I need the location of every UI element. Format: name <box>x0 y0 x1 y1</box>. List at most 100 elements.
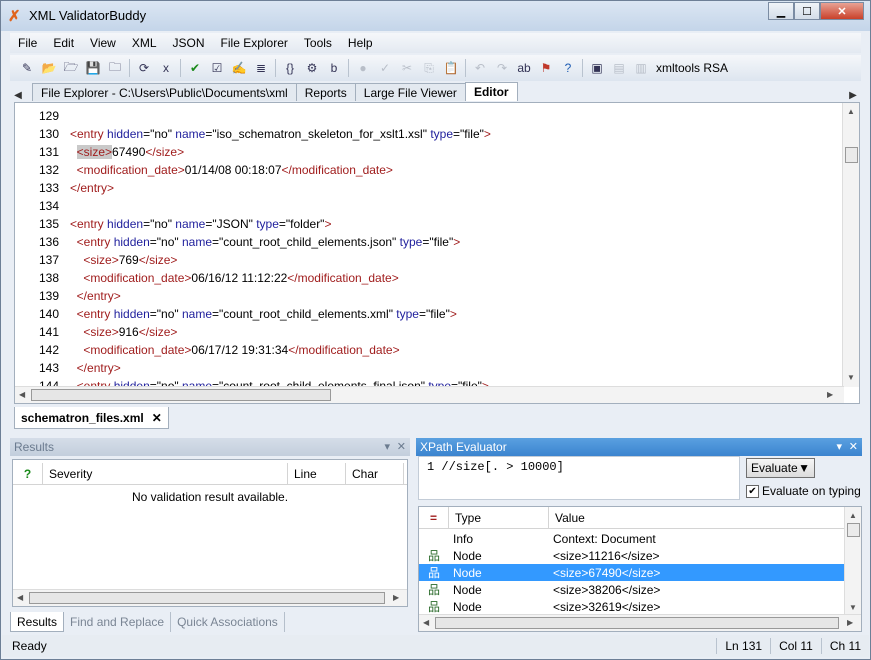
code-lines[interactable]: 129 130 <entry hidden="no" name="iso_schem… <box>15 107 837 395</box>
tab-file-explorer[interactable]: File Explorer - C:\Users\Public\Document… <box>32 83 297 101</box>
save-icon[interactable]: 💾 <box>83 58 103 78</box>
xpath-col-icon[interactable]: = <box>419 507 449 528</box>
tab-find-replace[interactable]: Find and Replace <box>64 612 172 632</box>
scroll-right-icon[interactable]: ▶ <box>847 618 853 627</box>
menu-xml[interactable]: XML <box>124 36 165 50</box>
close-tab-icon[interactable]: ✕ <box>152 411 162 425</box>
code-line[interactable]: 143 </entry> <box>15 359 837 377</box>
save-all-icon[interactable]: 🗀 <box>105 58 125 78</box>
menu-file-explorer[interactable]: File Explorer <box>213 36 296 50</box>
xmltools-label[interactable]: xmltools RSA <box>656 61 728 75</box>
tab-results[interactable]: Results <box>10 612 65 632</box>
tab-quick-associations[interactable]: Quick Associations <box>171 612 285 632</box>
results-list[interactable]: ? Severity Line Char No validation resul… <box>12 459 408 607</box>
validate-icon[interactable]: ✔ <box>185 58 205 78</box>
code-line[interactable]: 130 <entry hidden="no" name="iso_schematr… <box>15 125 837 143</box>
bookmark-icon[interactable]: ⚑ <box>536 58 556 78</box>
line-content[interactable]: <modification_date>06/16/12 11:12:22</mo… <box>70 269 398 287</box>
code-line[interactable]: 141 <size>916</size> <box>15 323 837 341</box>
tab-editor[interactable]: Editor <box>464 82 518 101</box>
scroll-left-icon[interactable]: ◀ <box>19 390 25 399</box>
results-col-severity[interactable]: Severity <box>43 463 288 484</box>
scroll-down-icon[interactable]: ▼ <box>847 373 855 382</box>
code-line[interactable]: 131 <size>67490</size> <box>15 143 837 161</box>
editor-horizontal-scrollbar[interactable]: ◀ ▶ <box>15 386 844 403</box>
new-file-icon[interactable]: ✎ <box>17 58 37 78</box>
results-col-char[interactable]: Char <box>346 463 404 484</box>
xpath-result-row[interactable]: 品 Node <size>32619</size> <box>419 598 846 615</box>
line-content[interactable]: <entry hidden="no" name="iso_schematron_… <box>70 125 491 143</box>
maximize-button[interactable]: ☐ <box>794 2 820 20</box>
tab-reports[interactable]: Reports <box>295 83 356 101</box>
xpath-result-row[interactable]: 品 Node <size>11216</size> <box>419 547 846 564</box>
line-content[interactable]: <modification_date>06/17/12 19:31:34</mo… <box>70 341 399 359</box>
edit-icon[interactable]: ✍ <box>229 58 249 78</box>
line-content[interactable]: <modification_date>01/14/08 00:18:07</mo… <box>70 161 393 179</box>
line-content[interactable]: <entry hidden="no" name="JSON" type="fol… <box>70 215 331 233</box>
tab-scroll-right-icon[interactable]: ▶ <box>845 90 861 101</box>
check-icon[interactable]: ☑ <box>207 58 227 78</box>
menu-json[interactable]: JSON <box>165 36 213 50</box>
scroll-right-icon[interactable]: ▶ <box>393 593 399 602</box>
xpath-horizontal-thumb[interactable] <box>435 617 839 629</box>
xpath-expression-input[interactable]: 1 //size[. > 10000] <box>418 456 740 500</box>
scroll-up-icon[interactable]: ▲ <box>847 107 855 116</box>
results-col-icon[interactable]: ? <box>13 463 43 484</box>
scroll-down-icon[interactable]: ▼ <box>849 603 857 612</box>
editor-vertical-thumb[interactable] <box>845 147 858 163</box>
xpath-result-row[interactable]: 品 Node <size>38206</size> <box>419 581 846 598</box>
code-line[interactable]: 142 <modification_date>06/17/12 19:31:34… <box>15 341 837 359</box>
code-editor[interactable]: 129 130 <entry hidden="no" name="iso_schem… <box>14 102 860 404</box>
code-line[interactable]: 137 <size>769</size> <box>15 251 837 269</box>
xpath-vertical-thumb[interactable] <box>847 523 860 537</box>
open-icon[interactable]: 📂 <box>39 58 59 78</box>
results-horizontal-scrollbar[interactable]: ◀ ▶ <box>13 589 407 606</box>
editor-horizontal-thumb[interactable] <box>31 389 331 401</box>
menu-tools[interactable]: Tools <box>296 36 340 50</box>
xsl-icon[interactable]: x <box>156 58 176 78</box>
settings-icon[interactable]: ⚙ <box>302 58 322 78</box>
code-line[interactable]: 138 <modification_date>06/16/12 11:12:22… <box>15 269 837 287</box>
scroll-right-icon[interactable]: ▶ <box>827 390 833 399</box>
open-folder-icon[interactable]: 🗁 <box>61 58 81 78</box>
xpath-result-row[interactable]: 品 Node <size>67490</size> <box>419 564 846 581</box>
scroll-left-icon[interactable]: ◀ <box>423 618 429 627</box>
tab-scroll-left-icon[interactable]: ◀ <box>10 90 26 101</box>
refresh-icon[interactable]: ⟳ <box>134 58 154 78</box>
line-content[interactable]: </entry> <box>70 179 114 197</box>
xpath-col-type[interactable]: Type <box>449 507 549 528</box>
scroll-up-icon[interactable]: ▲ <box>849 511 857 520</box>
checkbox-icon[interactable]: ✔ <box>746 484 759 498</box>
line-content[interactable]: </entry> <box>70 287 121 305</box>
panel-close-icon[interactable]: ✕ <box>397 440 406 453</box>
xpath-vertical-scrollbar[interactable]: ▲ ▼ <box>844 507 861 616</box>
xpath-expression[interactable]: //size[. > 10000] <box>441 460 563 474</box>
xpath-horizontal-scrollbar[interactable]: ◀ ▶ <box>419 614 861 631</box>
code-line[interactable]: 140 <entry hidden="no" name="count_root_… <box>15 305 837 323</box>
menu-view[interactable]: View <box>82 36 124 50</box>
xpath-col-value[interactable]: Value <box>549 507 846 528</box>
spell-icon[interactable]: ab <box>514 58 534 78</box>
braces-icon[interactable]: {} <box>280 58 300 78</box>
menu-edit[interactable]: Edit <box>45 36 82 50</box>
line-content[interactable]: <size>67490</size> <box>70 143 184 161</box>
code-line[interactable]: 136 <entry hidden="no" name="count_root_… <box>15 233 837 251</box>
code-line[interactable]: 135 <entry hidden="no" name="JSON" type="… <box>15 215 837 233</box>
format-icon[interactable]: ≣ <box>251 58 271 78</box>
code-line[interactable]: 132 <modification_date>01/14/08 00:18:07… <box>15 161 837 179</box>
xpath-result-row[interactable]: Info Context: Document <box>419 530 846 547</box>
evaluate-on-typing-toggle[interactable]: ✔ Evaluate on typing <box>746 484 861 498</box>
terminal-icon[interactable]: ▣ <box>587 58 607 78</box>
line-content[interactable]: </entry> <box>70 359 121 377</box>
minimize-button[interactable]: ▁ <box>768 2 794 20</box>
line-content[interactable]: <entry hidden="no" name="count_root_chil… <box>70 305 457 323</box>
file-tab-schematron[interactable]: schematron_files.xml ✕ <box>14 407 169 429</box>
line-content[interactable]: <entry hidden="no" name="count_root_chil… <box>70 233 461 251</box>
line-content[interactable]: <size>916</size> <box>70 323 177 341</box>
editor-vertical-scrollbar[interactable]: ▲ ▼ <box>842 103 859 387</box>
xpath-results-table[interactable]: = Type Value Info Context: Document 品 Node <… <box>418 506 862 632</box>
close-button[interactable]: ✕ <box>820 2 864 20</box>
code-line[interactable]: 134 <box>15 197 837 215</box>
panel-close-icon[interactable]: ✕ <box>849 440 858 453</box>
code-line[interactable]: 129 <box>15 107 837 125</box>
